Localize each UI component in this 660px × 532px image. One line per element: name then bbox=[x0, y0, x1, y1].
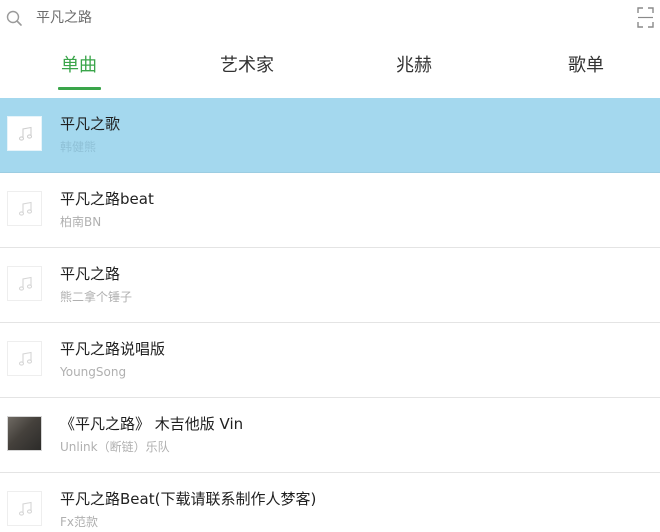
song-artist: 熊二拿个锤子 bbox=[60, 290, 133, 304]
song-row-4[interactable]: 平凡之路说唱版 YoungSong bbox=[0, 323, 660, 398]
music-note-icon bbox=[18, 351, 33, 366]
song-row-5[interactable]: 《平凡之路》 木吉他版 Vin Unlink（断链）乐队 bbox=[0, 398, 660, 473]
song-row-2[interactable]: 平凡之路beat 柏南BN bbox=[0, 173, 660, 248]
music-note-icon bbox=[18, 501, 33, 516]
song-artist: 韩健熊 bbox=[60, 140, 97, 154]
song-thumbnail bbox=[7, 341, 42, 376]
tab-radio[interactable]: 兆赫 bbox=[377, 44, 451, 96]
song-artist: Fx范款 bbox=[60, 515, 99, 529]
search-result-tabs: 单曲 艺术家 兆赫 歌单 bbox=[0, 44, 660, 96]
search-bar[interactable]: 平凡之路 bbox=[0, 0, 660, 42]
song-thumbnail bbox=[7, 191, 42, 226]
music-note-icon bbox=[18, 126, 33, 141]
song-title: 平凡之歌 bbox=[60, 115, 121, 133]
music-note-icon bbox=[18, 276, 33, 291]
tab-playlists[interactable]: 歌单 bbox=[549, 44, 623, 96]
tab-artists[interactable]: 艺术家 bbox=[205, 44, 289, 96]
song-thumbnail bbox=[7, 116, 42, 151]
song-title: 平凡之路Beat(下载请联系制作人梦客) bbox=[60, 490, 317, 508]
song-artist: YoungSong bbox=[60, 365, 127, 379]
song-row-3[interactable]: 平凡之路 熊二拿个锤子 bbox=[0, 248, 660, 323]
search-icon bbox=[6, 10, 22, 26]
song-title: 平凡之路 bbox=[60, 265, 121, 283]
song-title: 平凡之路beat bbox=[60, 190, 154, 208]
song-row-1[interactable]: 平凡之歌 韩健熊 bbox=[0, 98, 660, 173]
search-input[interactable]: 平凡之路 bbox=[36, 8, 92, 28]
song-title: 平凡之路说唱版 bbox=[60, 340, 166, 358]
song-artist: 柏南BN bbox=[60, 215, 102, 229]
song-artist: Unlink（断链）乐队 bbox=[60, 440, 170, 454]
scan-icon[interactable] bbox=[637, 7, 654, 28]
song-title: 《平凡之路》 木吉他版 Vin bbox=[60, 415, 244, 433]
song-row-6[interactable]: 平凡之路Beat(下载请联系制作人梦客) Fx范款 bbox=[0, 473, 660, 532]
song-thumbnail bbox=[7, 266, 42, 301]
song-thumbnail bbox=[7, 491, 42, 526]
active-tab-indicator bbox=[58, 87, 101, 90]
music-note-icon bbox=[18, 201, 33, 216]
album-cover bbox=[7, 416, 42, 451]
